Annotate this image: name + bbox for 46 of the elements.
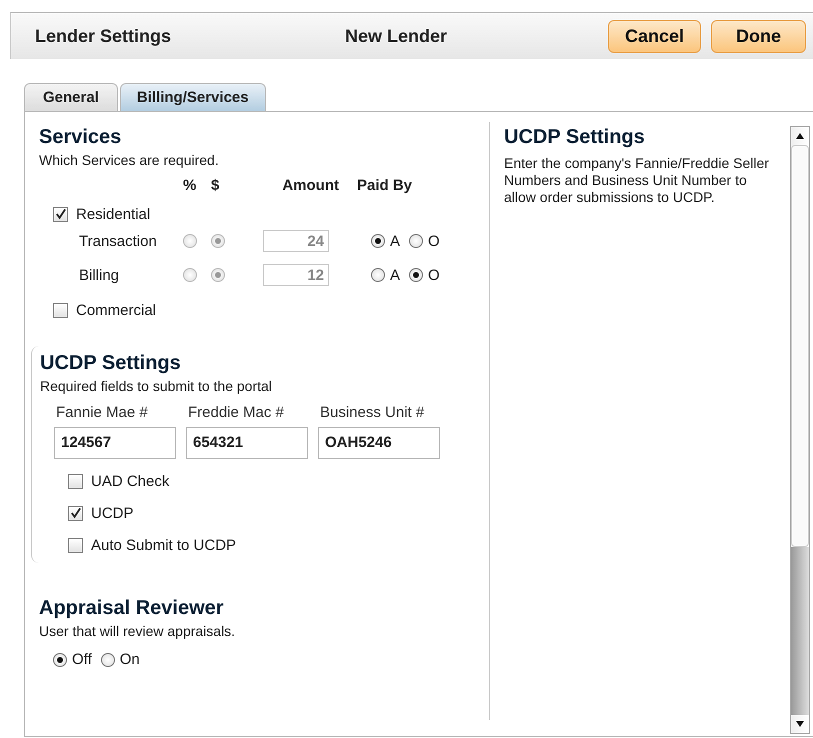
section-title: Services bbox=[39, 126, 122, 149]
checkbox[interactable] bbox=[68, 474, 83, 488]
scroll-thumb[interactable] bbox=[791, 145, 809, 547]
checkbox-label: Residential bbox=[76, 206, 150, 222]
radio-label: On bbox=[120, 651, 140, 668]
field-label: Freddie Mac # bbox=[187, 404, 285, 421]
service-label: Billing bbox=[78, 266, 120, 284]
column-header: % bbox=[183, 176, 198, 194]
radio-button[interactable] bbox=[100, 652, 115, 666]
radio-label: A bbox=[390, 266, 400, 284]
header-button[interactable]: Done bbox=[711, 20, 806, 52]
section-title: UCDP Settings bbox=[40, 352, 182, 375]
section-title: Appraisal Reviewer bbox=[39, 597, 225, 620]
column-header: Amount bbox=[281, 176, 340, 194]
tab[interactable]: Billing/Services bbox=[120, 83, 266, 111]
column-header: Paid By bbox=[356, 176, 414, 194]
section-description: Required fields to submit to the portal bbox=[40, 378, 273, 394]
section-description: User that will review appraisals. bbox=[39, 623, 236, 639]
scrollbar[interactable] bbox=[790, 126, 810, 734]
radio-label: O bbox=[428, 266, 440, 284]
checkbox[interactable] bbox=[53, 302, 68, 318]
header-button[interactable]: Cancel bbox=[608, 20, 702, 52]
checkbox-label: Auto Submit to UCDP bbox=[91, 536, 236, 554]
field-label: Fannie Mae # bbox=[55, 404, 149, 421]
input-field[interactable]: OAH5246 bbox=[318, 427, 440, 459]
help-title: UCDP Settings bbox=[504, 126, 646, 149]
checkbox-label: UCDP bbox=[91, 504, 134, 522]
column-header: $ bbox=[211, 176, 220, 194]
input-field[interactable]: 654321 bbox=[186, 427, 308, 459]
input-field[interactable]: 124567 bbox=[54, 427, 176, 459]
checkbox[interactable] bbox=[53, 206, 68, 222]
field-label: Business Unit # bbox=[319, 404, 426, 421]
checkbox-label: UAD Check bbox=[91, 472, 170, 490]
checkbox[interactable] bbox=[68, 538, 83, 552]
lender-name: New Lender bbox=[345, 26, 448, 46]
radio-label: Off bbox=[72, 651, 92, 668]
radio-label: O bbox=[428, 232, 440, 250]
service-label: Transaction bbox=[78, 232, 158, 250]
checkbox[interactable] bbox=[68, 506, 83, 520]
checkbox-label: Commercial bbox=[76, 302, 156, 318]
section-description: Which Services are required. bbox=[39, 152, 220, 168]
help-text: Enter the company's Fannie/Freddie Seller Numbers and Business Unit Number to allow order submissions to UCDP. bbox=[504, 155, 770, 206]
dialog-title: Lender Settings bbox=[35, 26, 172, 46]
radio-button[interactable] bbox=[53, 652, 67, 666]
radio-label: A bbox=[390, 232, 400, 250]
tab[interactable]: General bbox=[24, 83, 118, 111]
